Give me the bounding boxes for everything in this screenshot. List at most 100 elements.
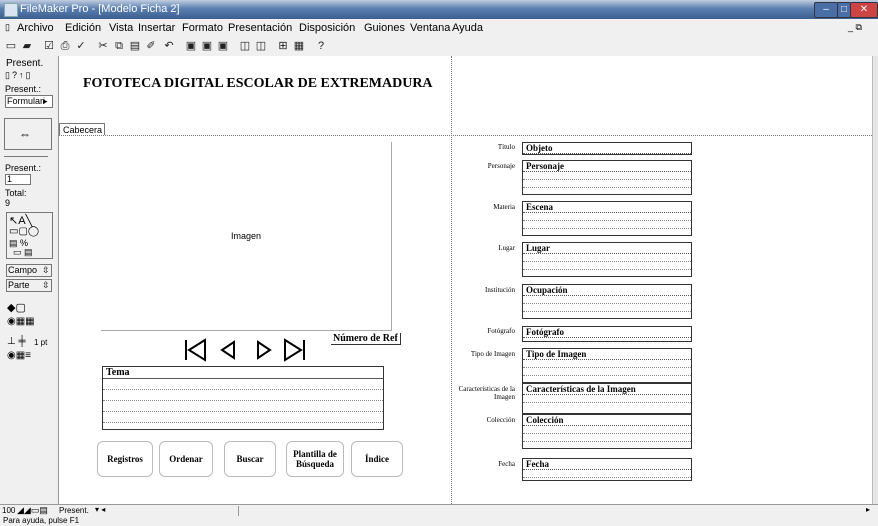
field-name: Personaje — [526, 161, 564, 171]
shape-tools-icon[interactable]: ▭▢◯ — [9, 226, 39, 237]
image-container[interactable]: Imagen — [101, 142, 392, 331]
arrange-icon-2[interactable]: ◫ — [254, 40, 268, 53]
paste-icon[interactable]: ▤ — [128, 40, 142, 53]
field-line — [523, 367, 691, 368]
open-folder-icon[interactable]: ▰ — [20, 40, 34, 53]
line-width[interactable]: 1 pt — [34, 338, 47, 347]
record-slider[interactable] — [4, 156, 48, 157]
undo-icon[interactable]: ↶ — [162, 40, 176, 53]
pen-icon[interactable]: ⊥ ╪ — [7, 336, 26, 347]
record-field[interactable]: Ocupación — [522, 284, 692, 319]
record-field[interactable]: Escena — [522, 201, 692, 236]
book-icon[interactable]: ⇔ — [4, 118, 52, 150]
tool-palette[interactable]: ↖A╲ ▭▢◯ ▤ % ▭ ▤ — [6, 212, 53, 259]
menu-presentacion[interactable]: Presentación — [228, 22, 292, 34]
record-field[interactable]: Características de la Imagen — [522, 383, 692, 414]
record-field[interactable]: Personaje — [522, 160, 692, 195]
mode-popup[interactable]: Present. — [59, 506, 89, 515]
menu-ventana[interactable]: Ventana — [410, 22, 450, 34]
field-line — [523, 303, 691, 304]
next-record-icon[interactable] — [257, 340, 272, 360]
record-number-field[interactable]: 1 — [5, 174, 31, 185]
vertical-scrollbar[interactable] — [872, 56, 878, 504]
first-record-icon[interactable] — [185, 338, 206, 362]
record-field[interactable]: Tipo de Imagen — [522, 348, 692, 383]
spellcheck-icon[interactable]: ✓ — [74, 40, 88, 53]
layout-icon-1[interactable]: ▣ — [184, 40, 198, 53]
menu-ayuda[interactable]: Ayuda — [452, 22, 483, 34]
restore-icon[interactable]: _ ⧉ — [848, 22, 862, 33]
menu-disposicion[interactable]: Disposición — [299, 22, 355, 34]
field-label: Características de la Imagen — [458, 385, 515, 401]
mode-icons[interactable]: ▯?↑▯ — [5, 70, 32, 81]
scroll-right-icon[interactable]: ▸ — [866, 505, 870, 514]
portal-tools-icon[interactable]: ▭ ▤ — [13, 247, 33, 258]
align-icon[interactable]: ⊞ — [276, 40, 290, 53]
record-field[interactable]: Fecha — [522, 458, 692, 481]
menu-archivo[interactable]: Archivo — [17, 22, 54, 34]
status-area: Present. ▯?↑▯ Present.: Formulari ▸ ⇔ Pr… — [0, 56, 59, 504]
part-tool[interactable]: Parte ⇳ — [6, 279, 52, 292]
ordenar-button[interactable]: Ordenar — [159, 441, 213, 477]
field-name: Ocupación — [526, 285, 568, 295]
registros-button[interactable]: Registros — [97, 441, 153, 477]
field-underline — [523, 469, 691, 470]
zoom-icons[interactable]: ◢◢▭▤ — [17, 505, 48, 516]
group-icon[interactable]: ▦ — [292, 40, 306, 53]
field-label: Personaje — [487, 162, 515, 170]
zoom-level[interactable]: 100 — [2, 506, 15, 515]
ref-number-field[interactable]: Número de Ref — [331, 333, 401, 345]
field-line — [523, 220, 691, 221]
plantilla-busqueda-button[interactable]: Plantilla de Búsqueda — [286, 441, 344, 477]
save-icon[interactable]: ☑ — [42, 40, 56, 53]
field-name: Objeto — [526, 143, 553, 153]
last-record-icon[interactable] — [284, 338, 305, 362]
menu-edicion[interactable]: Edición — [65, 22, 101, 34]
fill-bucket-icon[interactable]: ◆▢ — [7, 301, 26, 314]
minimize-button[interactable]: – — [814, 2, 838, 18]
layout-icon-2[interactable]: ▣ — [200, 40, 214, 53]
tema-line — [103, 378, 383, 379]
maximize-button[interactable]: □ — [837, 2, 851, 18]
help-icon[interactable]: ? — [314, 40, 328, 53]
arrange-icon-1[interactable]: ◫ — [238, 40, 252, 53]
menu-formato[interactable]: Formato — [182, 22, 223, 34]
app-icon — [4, 3, 18, 17]
header-divider — [59, 135, 872, 136]
layout-icon-3[interactable]: ▣ — [216, 40, 230, 53]
part-label-cabecera[interactable]: Cabecera — [59, 123, 105, 135]
indice-button[interactable]: Índice — [351, 441, 403, 477]
pen-color-icon[interactable]: ◉▦≡ — [7, 350, 31, 361]
record-field[interactable]: Lugar — [522, 242, 692, 277]
book-arrows-icon: ⇔ — [19, 127, 31, 141]
field-name: Colección — [526, 415, 564, 425]
horizontal-scrollbar[interactable] — [120, 506, 239, 516]
menu-guiones[interactable]: Guiones — [364, 22, 405, 34]
document-icon[interactable]: ▯ — [5, 22, 10, 33]
previous-record-icon[interactable] — [220, 340, 235, 360]
menu-insertar[interactable]: Insertar — [138, 22, 175, 34]
field-tool[interactable]: Campo ⇳ — [6, 264, 52, 277]
field-name: Tipo de Imagen — [526, 349, 587, 359]
tema-field[interactable]: Tema — [102, 366, 384, 430]
print-icon[interactable]: ⎙ — [58, 40, 72, 53]
copy-icon[interactable]: ⧉ — [112, 40, 126, 53]
tema-label: Tema — [106, 367, 130, 378]
layout-select[interactable]: Formulari ▸ — [5, 95, 53, 108]
mode-popup-arrow-icon[interactable]: ▾ ◂ — [95, 505, 105, 514]
field-line — [523, 228, 691, 229]
cut-icon[interactable]: ✂ — [96, 40, 110, 53]
record-field[interactable]: Objeto — [522, 142, 692, 155]
field-line — [523, 269, 691, 270]
record-field[interactable]: Fotógrafo — [522, 326, 692, 342]
record-field[interactable]: Colección — [522, 414, 692, 449]
field-underline — [523, 394, 691, 395]
menu-vista[interactable]: Vista — [109, 22, 133, 34]
new-file-icon[interactable]: ▭ — [4, 40, 18, 53]
close-button[interactable]: ✕ — [850, 2, 878, 18]
field-line — [523, 187, 691, 188]
buscar-button[interactable]: Buscar — [224, 441, 276, 477]
format-painter-icon[interactable]: ✐ — [144, 40, 158, 53]
fill-color-icon[interactable]: ◉▦▦ — [7, 316, 35, 327]
field-line — [523, 441, 691, 442]
